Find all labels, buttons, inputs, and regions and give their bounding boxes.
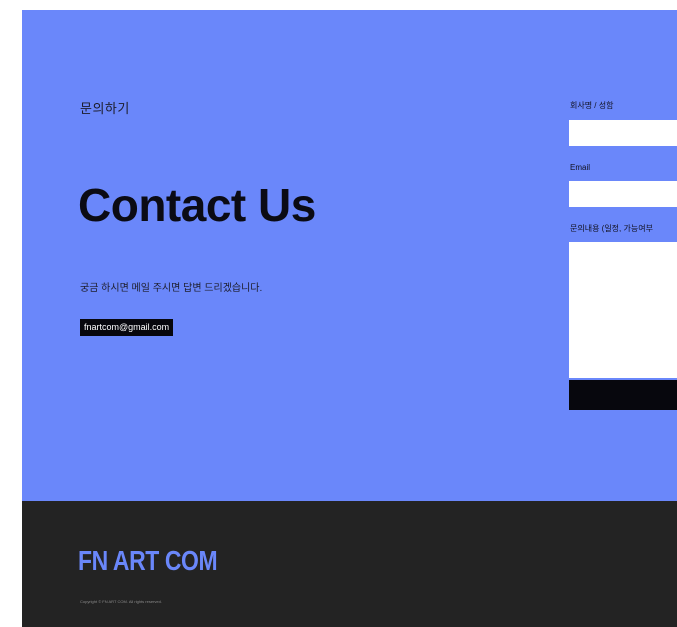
site-footer: FN ART COM Copyright © FN ART COM. All r… xyxy=(22,501,677,627)
name-field-label: 회사명 / 성함 xyxy=(570,101,614,110)
contact-description: 궁금 하시면 메일 주시면 답변 드리겠습니다. xyxy=(80,283,263,294)
section-kicker: 문의하기 xyxy=(80,101,130,116)
contact-section: 문의하기 Contact Us 궁금 하시면 메일 주시면 답변 드리겠습니다.… xyxy=(22,10,677,501)
contact-form: 회사명 / 성함 Email 문의내용 (일정, 가능여부 xyxy=(568,10,677,501)
email-field[interactable] xyxy=(569,181,677,207)
page-title: Contact Us xyxy=(78,179,316,231)
footer-brand-logo: FN ART COM xyxy=(78,545,218,576)
submit-button[interactable] xyxy=(569,380,677,410)
footer-copyright: Copyright © FN ART COM. All rights reser… xyxy=(80,599,162,604)
message-field-label: 문의내용 (일정, 가능여부 xyxy=(570,224,653,233)
email-field-label: Email xyxy=(570,163,591,172)
name-field[interactable] xyxy=(569,120,677,146)
page: 문의하기 Contact Us 궁금 하시면 메일 주시면 답변 드리겠습니다.… xyxy=(22,10,677,627)
message-field[interactable] xyxy=(569,242,677,378)
contact-email-link[interactable]: fnartcom@gmail.com xyxy=(80,319,174,336)
